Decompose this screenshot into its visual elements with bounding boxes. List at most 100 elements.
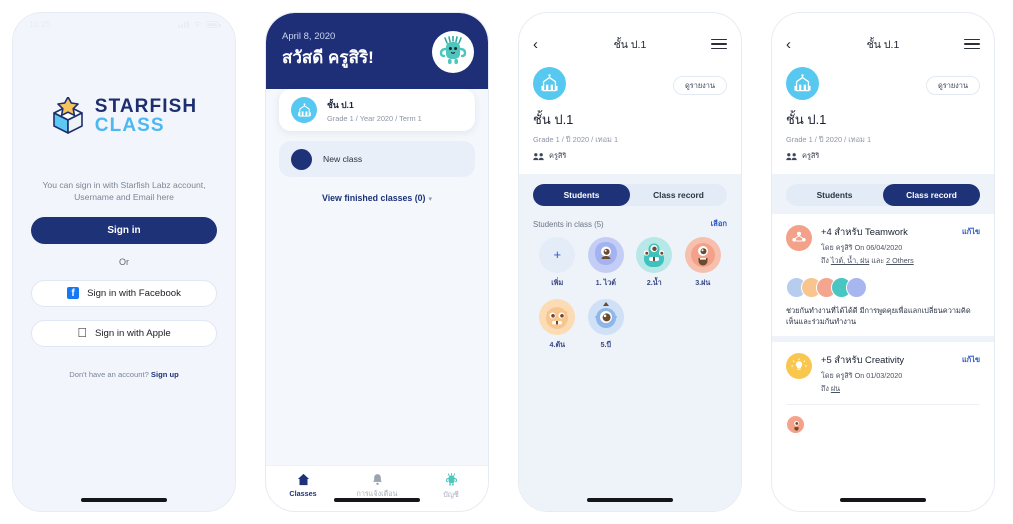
- class-teacher-name: ครูสิริ: [549, 151, 567, 160]
- record-avatar: [786, 415, 805, 435]
- record-avatar: [846, 277, 867, 298]
- chevron-left-icon[interactable]: ‹: [786, 37, 802, 52]
- class-header: ดูรายงาน ชั้น ป.1 Grade 1 / ปี 2020 / เท…: [772, 61, 994, 174]
- record-to-names[interactable]: ไวต์, น้ำ, ฝน: [831, 256, 869, 265]
- class-card[interactable]: ชั้น ป.1 Grade 1 / Year 2020 / Term 1: [279, 89, 475, 131]
- student-item[interactable]: 3.ฝน: [679, 237, 728, 289]
- chevron-left-icon[interactable]: ‹: [533, 37, 549, 52]
- class-subtitle: Grade 1 / ปี 2020 / เทอม 1: [533, 135, 619, 144]
- students-grid: + เพิ่ม 1. ไวต์ 2.น้ำ 3.ฝน 4.ต้น 5.บี: [533, 237, 727, 351]
- view-report-button[interactable]: ดูรายงาน: [672, 76, 727, 95]
- student-item[interactable]: 5.บี: [582, 299, 631, 351]
- record-to-others[interactable]: 2 Others: [886, 256, 914, 265]
- student-name: 3.ฝน: [695, 278, 711, 287]
- class-title: ชั้น ป.1: [533, 112, 574, 127]
- record-item[interactable]: แก้ไข +4 สำหรับ Teamwork โดย ครูสิริ On …: [772, 214, 994, 336]
- record-title: +5 สำหรับ Creativity: [821, 354, 905, 366]
- tab-students[interactable]: Students: [533, 184, 630, 206]
- account-monster-icon: [445, 473, 457, 486]
- tab-notifications[interactable]: การแจ้งเตือน: [340, 473, 414, 500]
- classes-list: ชั้น ป.1 Grade 1 / Year 2020 / Term 1 + …: [266, 89, 488, 465]
- class-navbar: ‹ ชั้น ป.1: [772, 27, 994, 61]
- logo-line-2: CLASS: [94, 115, 165, 136]
- hamburger-menu-icon[interactable]: [964, 38, 980, 50]
- view-report-button[interactable]: ดูรายงาน: [925, 76, 980, 95]
- phone-signin: 10:25 STARFISH CLASS You can sign in wit…: [12, 12, 236, 512]
- monster-avatar-lightblue-icon: [587, 299, 624, 335]
- teamwork-icon: [786, 225, 812, 251]
- tab-classes-label: Classes: [289, 489, 317, 498]
- add-student-item[interactable]: + เพิ่ม: [533, 237, 582, 289]
- monster-avatar-teal-icon: [636, 237, 673, 273]
- select-students-link[interactable]: เลือก: [711, 218, 727, 230]
- monster-avatar-orange-icon: [539, 299, 576, 335]
- chevron-down-icon: ▾: [428, 196, 432, 203]
- student-item[interactable]: 4.ต้น: [533, 299, 582, 351]
- record-edit-link[interactable]: แก้ไข: [962, 226, 980, 238]
- record-to-names[interactable]: ฝน: [831, 384, 840, 393]
- class-navbar: ‹ ชั้น ป.1: [519, 27, 741, 61]
- facebook-button-label: Sign in with Facebook: [87, 287, 181, 299]
- apple-button-label: Sign in with Apple: [90, 327, 171, 339]
- tab-account[interactable]: บัญชี: [414, 473, 488, 501]
- student-item[interactable]: 2.น้ำ: [630, 237, 679, 289]
- class-teacher-name: ครูสิริ: [802, 151, 820, 160]
- student-name: เพิ่ม: [551, 278, 564, 287]
- school-building-icon: [786, 67, 819, 100]
- status-time: 10:25: [29, 19, 51, 29]
- nav-title: ชั้น ป.1: [866, 38, 900, 51]
- record-to-prefix: ถึง: [821, 384, 831, 394]
- segmented-control: Students Class record: [533, 184, 727, 206]
- signin-body: STARFISH CLASS You can sign in with Star…: [13, 35, 235, 511]
- student-item[interactable]: 1. ไวต์: [582, 237, 631, 289]
- school-glyph: [541, 74, 558, 92]
- tab-account-label: บัญชี: [443, 490, 459, 499]
- student-name: 4.ต้น: [549, 340, 566, 349]
- tab-class-record[interactable]: Class record: [630, 184, 727, 206]
- record-recipients: ถึง ฝน: [821, 384, 904, 395]
- record-to-and: และ: [869, 256, 887, 265]
- status-icons: [178, 20, 221, 28]
- sign-in-facebook-button[interactable]: f Sign in with Facebook: [31, 279, 217, 307]
- sign-in-button[interactable]: Sign in: [31, 216, 217, 244]
- record-edit-link[interactable]: แก้ไข: [962, 354, 980, 366]
- class-card-title: ชั้น ป.1: [327, 99, 354, 110]
- teacher-monster-avatar-icon: [439, 36, 467, 64]
- record-item[interactable]: แก้ไข +5 สำหรับ Creativity โดย ครูสิริ O…: [772, 342, 994, 450]
- hamburger-menu-icon[interactable]: [711, 38, 727, 50]
- new-class-button[interactable]: + New class: [279, 141, 475, 177]
- tab-students[interactable]: Students: [786, 184, 883, 206]
- status-bar: 10:25: [13, 13, 235, 35]
- school-glyph: [794, 74, 811, 92]
- phone-class-students: ‹ ชั้น ป.1 ดูรายงาน ชั้น ป.1 Grade 1 / ป…: [518, 12, 742, 512]
- segmented-control-wrap: Students Class record: [519, 174, 741, 214]
- teacher-avatar[interactable]: [432, 31, 474, 73]
- record-inner-divider: [786, 404, 980, 406]
- tab-classes[interactable]: Classes: [266, 473, 340, 498]
- sign-up-link[interactable]: Sign up: [151, 370, 179, 379]
- home-indicator: [587, 498, 673, 502]
- view-finished-classes-link[interactable]: View finished classes (0) ▾: [279, 193, 475, 203]
- students-count-label: Students in class (5): [533, 219, 604, 229]
- sign-in-apple-button[interactable]:  Sign in with Apple: [31, 319, 217, 347]
- signal-icon: [178, 20, 189, 28]
- home-indicator: [334, 498, 420, 502]
- student-name: 1. ไวต์: [595, 278, 616, 287]
- segmented-control-wrap: Students Class record: [772, 174, 994, 214]
- status-bar-spacer: [519, 13, 741, 27]
- new-class-label: New class: [323, 154, 363, 164]
- home-indicator: [81, 498, 167, 502]
- signup-row: Don't have an account? Sign up: [69, 370, 179, 379]
- monster-avatar-blue-icon: [587, 237, 624, 273]
- students-header: Students in class (5) เลือก: [533, 218, 727, 230]
- class-teacher-row: ครูสิริ: [786, 150, 980, 162]
- record-note: ช่วยกันทำงานที่ได้ได้ดี มีการพูดคุยเพื่อ…: [786, 306, 971, 327]
- class-card-subtitle: Grade 1 / Year 2020 / Term 1: [327, 113, 422, 123]
- tab-class-record[interactable]: Class record: [883, 184, 980, 206]
- people-icon: [786, 152, 797, 160]
- wifi-icon: [193, 21, 202, 28]
- monster-avatar-salmon-icon: [684, 237, 721, 273]
- record-avatar-stack: [786, 277, 980, 298]
- student-name: 2.น้ำ: [646, 278, 662, 287]
- record-author: โดย ครูสิริ On 01/03/2020: [821, 371, 903, 381]
